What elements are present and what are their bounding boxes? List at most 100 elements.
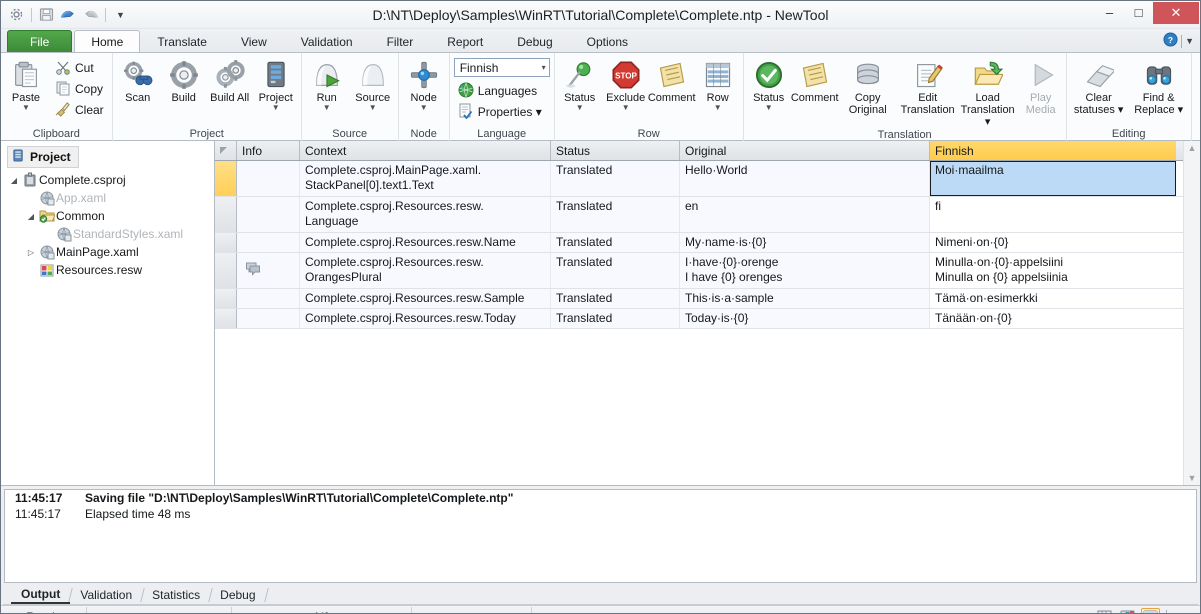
output-pane[interactable]: 11:45:17Saving file "D:\NT\Deploy\Sample… xyxy=(4,489,1197,583)
ribbon-button-clearstatuses[interactable]: Clear statuses ▾ xyxy=(1069,56,1129,116)
grid-column-header-context[interactable]: Context xyxy=(300,141,551,160)
ribbon-button-node[interactable]: Node▼ xyxy=(401,56,447,112)
tree-item[interactable]: Resources.resw xyxy=(7,261,214,279)
grid-cell-info[interactable] xyxy=(237,253,300,288)
ribbon-button-project[interactable]: Project▼ xyxy=(253,56,299,112)
grid-cell-original[interactable]: en xyxy=(680,197,930,232)
tree-item[interactable]: StandardStyles.xaml xyxy=(7,225,214,243)
tree-item[interactable]: ◢Complete.csproj xyxy=(7,171,214,189)
close-button[interactable]: ✕ xyxy=(1153,2,1199,24)
ribbon-button-paste[interactable]: Paste▼ xyxy=(3,56,49,112)
scroll-down-arrow[interactable]: ▼ xyxy=(1188,473,1197,483)
grid-cell-original[interactable]: My·name·is·{0} xyxy=(680,233,930,252)
tree-expander-icon[interactable]: ▷ xyxy=(24,248,38,257)
maximize-button[interactable]: □ xyxy=(1124,2,1153,23)
help-icon[interactable]: ? xyxy=(1163,32,1178,50)
grid-column-header-original[interactable]: Original xyxy=(680,141,930,160)
ribbon-button-cut[interactable]: Cut xyxy=(51,58,108,78)
chevron-down-icon[interactable]: ▼ xyxy=(272,104,280,112)
ribbon-tab-home[interactable]: Home xyxy=(74,30,140,52)
ribbon-button-playmedia[interactable]: Play Media xyxy=(1018,56,1064,116)
grid-cell-target[interactable]: Minulla·on·{0}·appelsiini Minulla on {0}… xyxy=(930,253,1176,288)
grid-column-header-corner[interactable] xyxy=(215,141,237,160)
grid-column-header-status[interactable]: Status xyxy=(551,141,680,160)
bottom-tab-validation[interactable]: Validation xyxy=(70,586,142,604)
ribbon-tab-debug[interactable]: Debug xyxy=(500,30,569,52)
chevron-down-icon[interactable]: ▼ xyxy=(420,104,428,112)
grid-cell-status[interactable]: Translated xyxy=(551,309,680,328)
ribbon-button-clear[interactable]: Clear xyxy=(51,100,108,120)
grid-column-header-info[interactable]: Info xyxy=(237,141,300,160)
ribbon-button-comment[interactable]: Comment xyxy=(649,56,695,104)
grid-cell-target[interactable]: Tämä·on·esimerkki xyxy=(930,289,1176,308)
ribbon-button-status[interactable]: Status▼ xyxy=(557,56,603,112)
tree-item[interactable]: App.xaml xyxy=(7,189,214,207)
grid-cell-status[interactable]: Translated xyxy=(551,233,680,252)
ribbon-tab-options[interactable]: Options xyxy=(570,30,645,52)
ribbon-tab-translate[interactable]: Translate xyxy=(140,30,224,52)
ribbon-button-findreplace[interactable]: Find & Replace ▾ xyxy=(1129,56,1189,116)
grid-cell-info[interactable] xyxy=(237,289,300,308)
grid-cell-context[interactable]: Complete.csproj.Resources.resw.Today xyxy=(300,309,551,328)
ribbon-button-row[interactable]: Row▼ xyxy=(695,56,741,112)
ribbon-button-properties[interactable]: Properties ▾ xyxy=(454,102,550,122)
ribbon-button-loadtranslation[interactable]: Load Translation ▾ xyxy=(958,56,1018,128)
grid-cell-target[interactable]: Tänään·on·{0} xyxy=(930,309,1176,328)
grid-cell-context[interactable]: Complete.csproj.Resources.resw. Language xyxy=(300,197,551,232)
grid-row[interactable]: Complete.csproj.Resources.resw.TodayTran… xyxy=(215,309,1183,329)
grid-row[interactable]: Complete.csproj.MainPage.xaml. StackPane… xyxy=(215,161,1183,197)
grid-row-header[interactable] xyxy=(215,309,237,328)
grid-cell-context[interactable]: Complete.csproj.Resources.resw. OrangesP… xyxy=(300,253,551,288)
grid-cell-target[interactable]: fi xyxy=(930,197,1176,232)
grid-row[interactable]: Complete.csproj.Resources.resw.SampleTra… xyxy=(215,289,1183,309)
redo-icon[interactable] xyxy=(81,5,100,24)
bottom-tab-output[interactable]: Output xyxy=(11,586,70,604)
ribbon-button-edittranslation[interactable]: Edit Translation xyxy=(898,56,958,116)
chevron-down-icon[interactable]: ▾ xyxy=(542,63,546,72)
grid-cell-original[interactable]: Today·is·{0} xyxy=(680,309,930,328)
tree-item[interactable]: ▷MainPage.xaml xyxy=(7,243,214,261)
tree-item[interactable]: ◢Common xyxy=(7,207,214,225)
web-view-button[interactable] xyxy=(1118,608,1137,614)
ribbon-button-copy[interactable]: Copy xyxy=(51,79,108,99)
ribbon-button-build[interactable]: Build xyxy=(161,56,207,104)
ribbon-button-languages[interactable]: Languages xyxy=(454,81,550,101)
chevron-down-icon[interactable]: ▼ xyxy=(369,104,377,112)
grid-cell-info[interactable] xyxy=(237,309,300,328)
grid-column-header-target[interactable]: Finnish xyxy=(930,141,1176,160)
ribbon-button-run[interactable]: Run▼ xyxy=(304,56,350,112)
grid-row-header[interactable] xyxy=(215,253,237,288)
ribbon-collapse-icon[interactable]: ▼ xyxy=(1185,36,1194,46)
grid-cell-status[interactable]: Translated xyxy=(551,161,680,196)
chevron-down-icon[interactable]: ▼ xyxy=(576,104,584,112)
grid-cell-original[interactable]: I·have·{0}·orenge I have {0} orenges xyxy=(680,253,930,288)
chevron-down-icon[interactable]: ▼ xyxy=(714,104,722,112)
ribbon-button-exclude[interactable]: STOPExclude▼ xyxy=(603,56,649,112)
chevron-down-icon[interactable]: ▼ xyxy=(622,104,630,112)
grid-row-header[interactable] xyxy=(215,197,237,232)
scroll-up-arrow[interactable]: ▲ xyxy=(1188,143,1197,153)
grid-row-header[interactable] xyxy=(215,161,237,196)
grid-row[interactable]: Complete.csproj.Resources.resw. OrangesP… xyxy=(215,253,1183,289)
grid-row[interactable]: Complete.csproj.Resources.resw. Language… xyxy=(215,197,1183,233)
grid-cell-status[interactable]: Translated xyxy=(551,253,680,288)
grid-cell-info[interactable] xyxy=(237,197,300,232)
grid-row-header[interactable] xyxy=(215,289,237,308)
grid-vertical-scrollbar[interactable]: ▲ ▼ xyxy=(1183,141,1200,485)
ribbon-tab-report[interactable]: Report xyxy=(430,30,500,52)
ribbon-tab-view[interactable]: View xyxy=(224,30,284,52)
undo-icon[interactable] xyxy=(59,5,78,24)
ribbon-button-scan[interactable]: Scan xyxy=(115,56,161,104)
ribbon-button-buildall[interactable]: Build All xyxy=(207,56,253,104)
grid-cell-info[interactable] xyxy=(237,233,300,252)
ribbon-tab-file[interactable]: File xyxy=(7,30,72,52)
grid-cell-context[interactable]: Complete.csproj.Resources.resw.Sample xyxy=(300,289,551,308)
ribbon-button-status[interactable]: Status▼ xyxy=(746,56,792,112)
grid-cell-context[interactable]: Complete.csproj.Resources.resw.Name xyxy=(300,233,551,252)
grid-cell-target[interactable]: Nimeni·on·{0} xyxy=(930,233,1176,252)
tree-expander-icon[interactable]: ◢ xyxy=(24,212,38,221)
bottom-tab-debug[interactable]: Debug xyxy=(210,586,265,604)
grid-cell-context[interactable]: Complete.csproj.MainPage.xaml. StackPane… xyxy=(300,161,551,196)
tree-expander-icon[interactable]: ◢ xyxy=(7,176,21,185)
grid-cell-status[interactable]: Translated xyxy=(551,197,680,232)
